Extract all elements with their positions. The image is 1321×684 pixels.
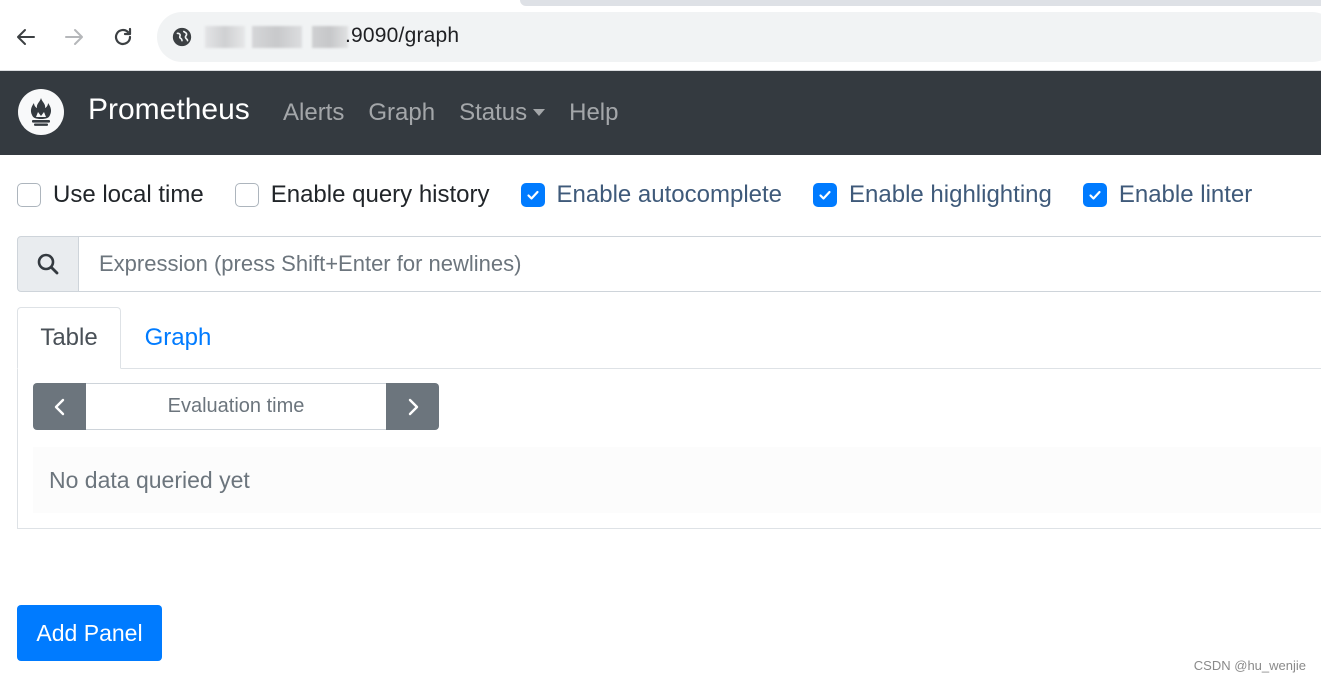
back-icon [17, 29, 35, 45]
option-query-history[interactable]: Enable query history [234, 181, 490, 209]
redacted-host [252, 26, 302, 48]
option-linter[interactable]: Enable linter [1082, 181, 1253, 209]
redacted-host [205, 26, 245, 48]
browser-toolbar: .9090/graph [0, 0, 1321, 71]
site-info-icon[interactable] [171, 26, 193, 48]
eval-time-back-button[interactable] [33, 383, 86, 430]
checkbox-query-history[interactable] [234, 183, 259, 207]
check-icon [1089, 190, 1101, 200]
option-label: Enable linter [1118, 181, 1253, 208]
option-autocomplete[interactable]: Enable autocomplete [520, 181, 783, 209]
reload-button[interactable] [108, 22, 138, 52]
chevron-left-icon [54, 398, 64, 415]
query-options: Use local time Enable query history Enab… [17, 181, 1283, 209]
checkbox-autocomplete[interactable] [520, 183, 545, 207]
check-icon [819, 190, 831, 200]
nav-link-status-label: Status [459, 99, 528, 126]
caret-down-icon [533, 108, 546, 116]
table-tab-content: Evaluation time No data queried yet [17, 368, 1321, 529]
watermark: CSDN @hu_wenjie [1193, 658, 1306, 673]
reload-icon [114, 27, 132, 46]
forward-button[interactable] [59, 22, 89, 52]
nav-link-status[interactable]: Status [459, 99, 546, 127]
checkbox-use-local-time[interactable] [17, 183, 41, 207]
url-text[interactable]: .9090/graph [345, 24, 459, 48]
prometheus-logo-icon[interactable] [18, 89, 64, 135]
checkbox-highlighting[interactable] [813, 183, 838, 207]
expression-field[interactable] [79, 236, 1321, 292]
evaluation-time-input[interactable]: Evaluation time [86, 383, 386, 430]
checkbox-linter[interactable] [1082, 183, 1107, 207]
browser-tab[interactable] [520, 0, 1321, 6]
search-icon [37, 253, 59, 275]
query-panel: Table Graph Evaluation time No data quer… [17, 307, 1321, 529]
nav-links: Alerts Graph Status Help [283, 99, 642, 127]
redacted-host [312, 26, 348, 48]
option-label: Enable query history [270, 181, 490, 208]
chevron-right-icon [408, 398, 418, 415]
top-navbar: Prometheus Alerts Graph Status Help [0, 71, 1321, 155]
expression-input-group [17, 236, 1321, 292]
option-highlighting[interactable]: Enable highlighting [813, 181, 1052, 209]
forward-icon [65, 29, 83, 45]
check-icon [526, 190, 539, 200]
eval-time-forward-button[interactable] [386, 383, 439, 430]
add-panel-button[interactable]: Add Panel [17, 605, 162, 661]
back-button[interactable] [11, 22, 41, 52]
tab-graph[interactable]: Graph [121, 307, 235, 369]
tab-table[interactable]: Table [17, 307, 121, 369]
evaluation-time-group: Evaluation time [33, 383, 439, 430]
expression-input[interactable] [99, 251, 1321, 277]
nav-link-help[interactable]: Help [569, 99, 618, 127]
no-data-message: No data queried yet [33, 447, 1321, 513]
option-label: Use local time [53, 181, 204, 208]
browser-tab-strip [0, 0, 1321, 6]
execute-search-button[interactable] [17, 236, 79, 292]
option-label: Enable autocomplete [556, 181, 783, 208]
option-use-local-time[interactable]: Use local time [17, 181, 204, 209]
nav-link-alerts[interactable]: Alerts [283, 99, 344, 127]
address-bar[interactable]: .9090/graph [157, 12, 1321, 62]
option-label: Enable highlighting [849, 181, 1052, 208]
brand-name[interactable]: Prometheus [88, 93, 250, 127]
nav-link-graph[interactable]: Graph [368, 99, 435, 127]
